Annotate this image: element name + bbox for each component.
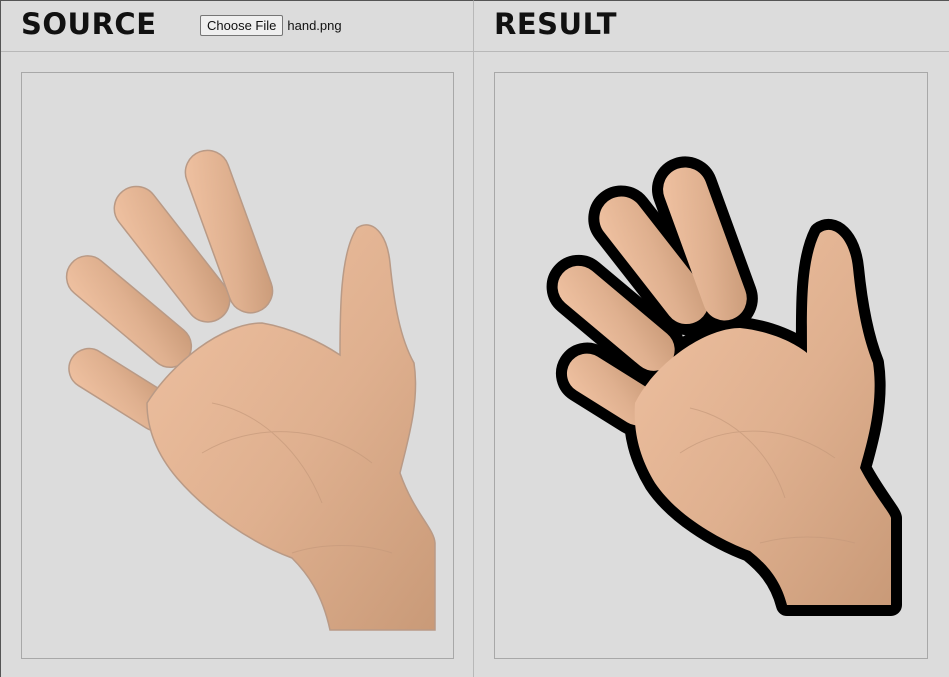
source-hand-image [65,149,436,631]
result-title: RESULT [494,7,618,41]
result-hand-image [546,156,902,616]
source-canvas[interactable] [21,72,454,659]
result-panel: RESULT [474,0,949,677]
choose-file-button[interactable]: Choose File [200,15,284,36]
app-window: SOURCE Choose File hand.png RESULT [0,0,949,677]
file-name-label: hand.png [287,18,342,33]
source-header: SOURCE Choose File hand.png [1,1,473,52]
source-panel: SOURCE Choose File hand.png [0,0,474,677]
result-canvas[interactable] [494,72,928,659]
result-header: RESULT [474,1,949,52]
file-input[interactable]: Choose File hand.png [200,15,342,36]
source-title: SOURCE [21,7,157,41]
hand-shape [65,149,436,631]
